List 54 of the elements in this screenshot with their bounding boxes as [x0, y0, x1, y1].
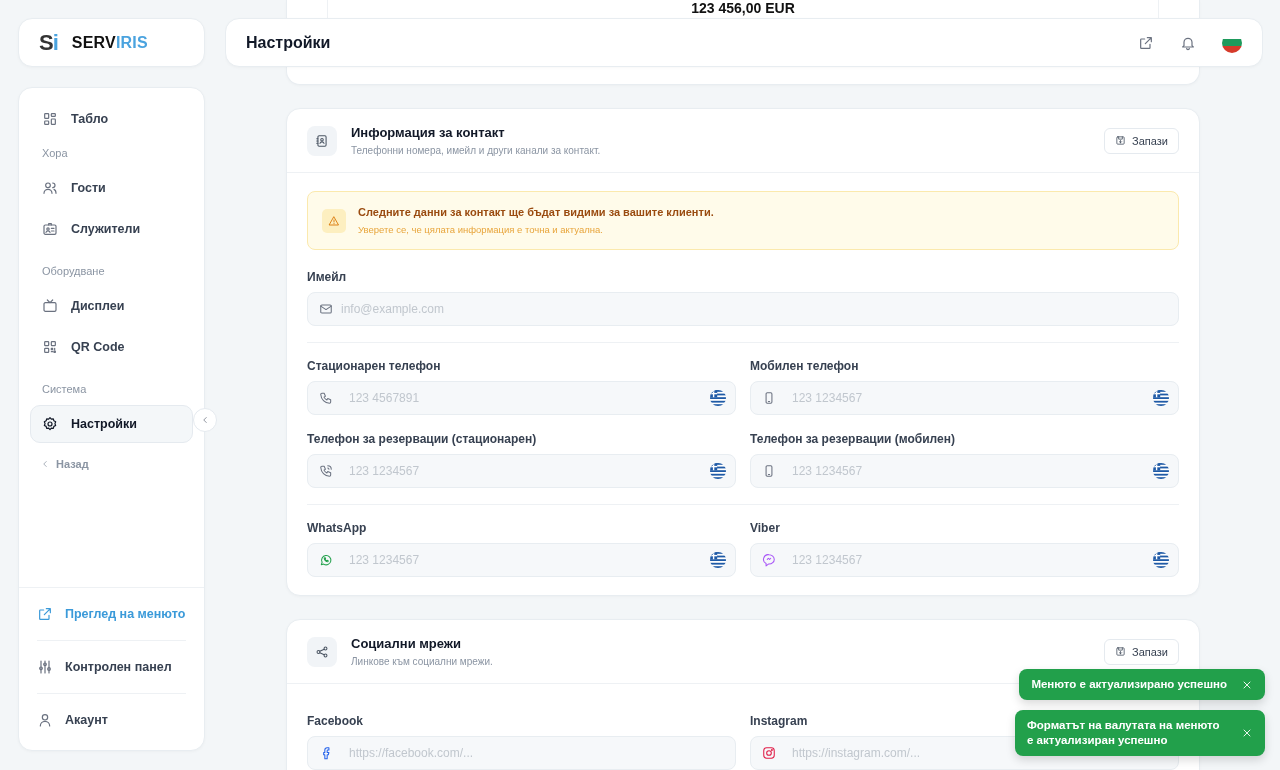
share-icon	[315, 644, 329, 659]
nav-item[interactable]: Служители	[30, 210, 193, 248]
external-link-icon	[1138, 34, 1154, 51]
settings-icon	[42, 416, 58, 432]
nav-section-label: Система	[41, 382, 88, 397]
field-label: WhatsApp	[307, 521, 367, 535]
sliders-icon	[37, 659, 53, 675]
nav-item[interactable]: Табло	[30, 100, 193, 138]
save-button[interactable]: Запази	[1104, 638, 1179, 665]
nav-item[interactable]: Гости	[30, 169, 193, 207]
alert-title: Следните данни за контакт ще бъдат видими за вашите клиенти.	[358, 206, 714, 218]
logo-wordmark: SERVIRIS	[71, 33, 148, 52]
amount-text: 123 456,00 EUR	[691, 0, 795, 18]
success-toast: Форматът на валутата на менюто е актуализиран успешно	[1015, 710, 1265, 756]
dashboard-icon	[42, 111, 58, 127]
section-subtitle: Линкове към социални мрежи.	[351, 656, 493, 667]
nav-item[interactable]: Настройки	[30, 405, 193, 443]
field-label: Телефон за резервации (стационарен)	[307, 432, 537, 446]
field-label: Facebook	[307, 714, 363, 728]
section-title: Социални мрежи	[351, 636, 462, 651]
qr-code-icon	[42, 339, 58, 355]
nav-item[interactable]: Дисплеи	[30, 287, 193, 325]
section-subtitle: Телефонни номера, имейл и други канали за контакт.	[351, 145, 601, 156]
logo-mark: Si	[39, 29, 58, 56]
close-button[interactable]	[1241, 727, 1253, 739]
user-icon	[37, 712, 53, 728]
field-label: Стационарен телефон	[307, 359, 441, 373]
nav-section-label: Хора	[41, 146, 69, 161]
contact-book-icon	[315, 133, 329, 148]
sidebar-footer-item[interactable]: Контролен панел	[37, 641, 186, 694]
open-link-button[interactable]	[1138, 34, 1154, 51]
external-link-icon	[37, 606, 53, 622]
page-title: Настройки	[246, 33, 332, 52]
users-icon	[42, 180, 58, 196]
warning-icon	[328, 214, 340, 227]
field-label: Телефон за резервации (мобилен)	[750, 432, 955, 446]
save-icon	[1115, 135, 1127, 146]
section-title: Информация за контакт	[351, 125, 505, 140]
chevron-left-icon	[40, 459, 50, 469]
success-toast: Менюто е актуализирано успешно	[1019, 669, 1265, 700]
alert-text: Уверете се, че цялата информация е точна и актуална.	[358, 224, 604, 235]
sidebar-footer-item[interactable]: Акаунт	[37, 694, 186, 746]
field-label: Мобилен телефон	[750, 359, 859, 373]
save-icon	[1115, 646, 1127, 657]
close-icon	[1241, 727, 1253, 739]
nav-item[interactable]: QR Code	[30, 328, 193, 366]
save-button[interactable]: Запази	[1104, 127, 1179, 154]
id-badge-icon	[42, 221, 58, 237]
field-label: Viber	[750, 521, 780, 535]
chevron-left-icon	[200, 415, 210, 425]
field-label: Имейл	[307, 270, 347, 284]
tv-icon	[42, 298, 58, 314]
field-label: Instagram	[750, 714, 808, 728]
nav-section-label: Оборудване	[41, 264, 106, 279]
